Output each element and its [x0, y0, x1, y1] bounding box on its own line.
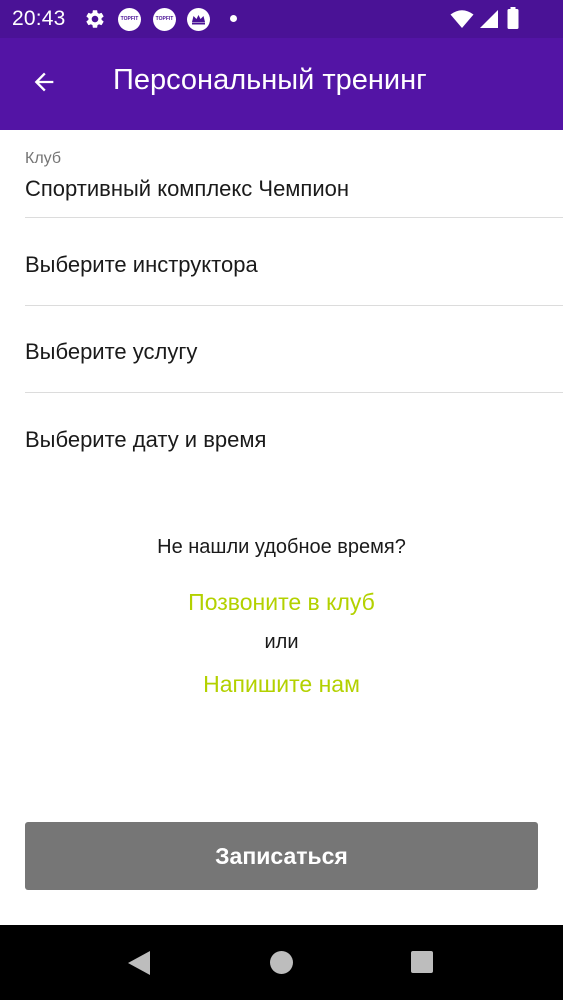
club-value[interactable]: Спортивный комплекс Чемпион — [25, 176, 349, 202]
call-club-link[interactable]: Позвоните в клуб — [0, 589, 563, 616]
select-datetime-item[interactable]: Выберите дату и время — [25, 427, 266, 453]
wifi-icon — [450, 10, 474, 28]
topfit-notification-icon: TOPFIT — [153, 8, 176, 31]
nav-home-icon[interactable] — [270, 951, 293, 974]
app-bar: Персональный тренинг — [0, 38, 563, 130]
club-label: Клуб — [25, 150, 61, 167]
system-nav-bar — [0, 925, 563, 1000]
divider — [25, 305, 563, 306]
nav-back-icon[interactable] — [128, 951, 150, 975]
signal-icon — [480, 10, 498, 28]
settings-icon — [86, 10, 104, 28]
write-us-link[interactable]: Напишите нам — [0, 671, 563, 698]
submit-button[interactable]: Записаться — [25, 822, 538, 890]
nav-recents-icon[interactable] — [411, 951, 433, 973]
battery-icon — [507, 7, 519, 29]
notification-dot-icon — [230, 15, 237, 22]
help-question: Не нашли удобное время? — [157, 536, 406, 558]
divider — [25, 217, 563, 218]
select-service-item[interactable]: Выберите услугу — [25, 339, 197, 365]
select-instructor-item[interactable]: Выберите инструктора — [25, 252, 258, 278]
arrow-back-icon[interactable] — [30, 68, 58, 96]
topfit-notification-icon: TOPFIT — [118, 8, 141, 31]
or-text: или — [264, 631, 299, 653]
status-time: 20:43 — [12, 7, 66, 30]
crown-notification-icon — [187, 8, 210, 31]
status-bar: 20:43 TOPFIT TOPFIT — [0, 0, 563, 38]
page-title: Персональный тренинг — [113, 64, 427, 96]
divider — [25, 392, 563, 393]
